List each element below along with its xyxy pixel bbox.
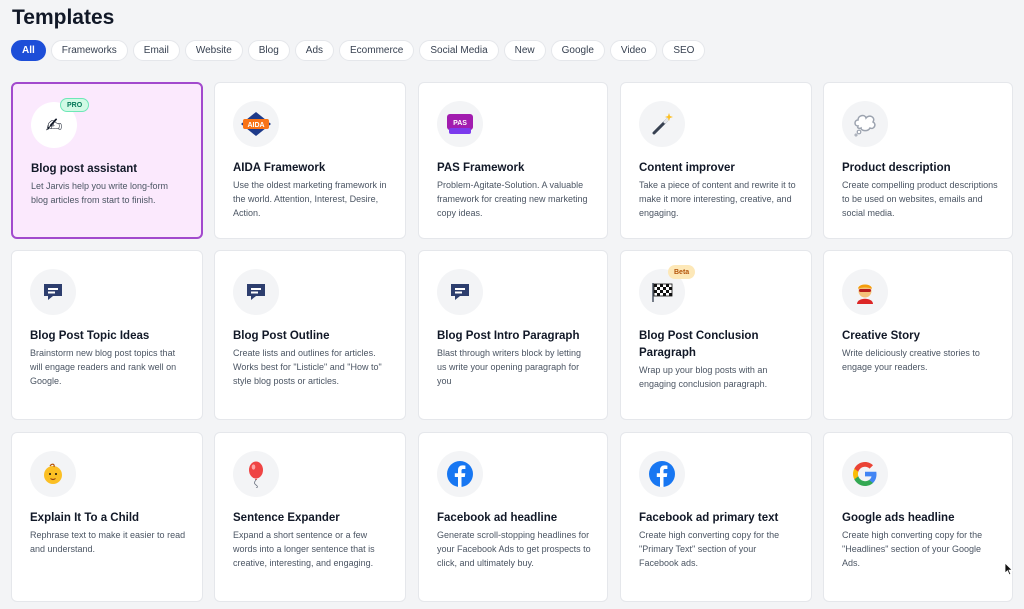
template-description: Generate scroll-stopping headlines for y… xyxy=(437,530,591,568)
template-description: Let Jarvis help you write long-form blog… xyxy=(31,181,169,205)
template-card-blog-post-conclusion-paragraph[interactable]: Beta Blog Post Conclusion Paragraph Wrap… xyxy=(620,250,812,420)
pas-icon-label: PAS xyxy=(453,120,467,127)
template-title: Blog Post Intro Paragraph xyxy=(437,330,580,342)
template-description: Brainstorm new blog post topics that wil… xyxy=(30,348,177,386)
superhero-icon xyxy=(842,269,888,315)
filter-ads[interactable]: Ads xyxy=(294,40,335,61)
template-description: Create compelling product descriptions t… xyxy=(842,180,998,218)
filter-all[interactable]: All xyxy=(11,40,46,61)
template-description: Blast through writers block by letting u… xyxy=(437,348,582,386)
page-title: Templates xyxy=(12,6,115,29)
template-card-blog-post-topic-ideas[interactable]: Blog Post Topic Ideas Brainstorm new blo… xyxy=(11,250,203,420)
aida-icon: AIDA xyxy=(233,101,279,147)
template-description: Create lists and outlines for articles. … xyxy=(233,348,382,386)
template-card-pas-framework[interactable]: PAS PAS Framework Problem-Agitate-Soluti… xyxy=(418,82,608,239)
template-card-facebook-ad-headline[interactable]: Facebook ad headline Generate scroll-sto… xyxy=(418,432,608,602)
template-card-blog-post-intro-paragraph[interactable]: Blog Post Intro Paragraph Blast through … xyxy=(418,250,608,420)
template-title: PAS Framework xyxy=(437,162,525,174)
template-grid: ✍ PRO Blog post assistant Let Jarvis hel… xyxy=(11,82,1024,609)
template-title: Creative Story xyxy=(842,330,920,342)
pro-badge: PRO xyxy=(60,98,90,112)
template-description: Wrap up your blog posts with an engaging… xyxy=(639,365,768,389)
filter-video[interactable]: Video xyxy=(609,40,658,61)
template-title: Google ads headline xyxy=(842,512,955,524)
filter-seo[interactable]: SEO xyxy=(662,40,706,61)
filter-email[interactable]: Email xyxy=(132,40,180,61)
filter-new[interactable]: New xyxy=(503,40,546,61)
template-description: Write deliciously creative stories to en… xyxy=(842,348,980,372)
template-description: Create high converting copy for the "Pri… xyxy=(639,530,780,568)
template-card-sentence-expander[interactable]: Sentence Expander Expand a short sentenc… xyxy=(214,432,406,602)
template-title: Blog Post Outline xyxy=(233,330,330,342)
beta-badge: Beta xyxy=(668,265,696,279)
facebook-icon xyxy=(437,451,483,497)
mouse-cursor-icon xyxy=(1004,562,1014,576)
template-description: Use the oldest marketing framework in th… xyxy=(233,180,387,218)
template-card-product-description[interactable]: Product description Create compelling pr… xyxy=(823,82,1013,239)
template-card-blog-post-assistant[interactable]: ✍ PRO Blog post assistant Let Jarvis hel… xyxy=(11,82,203,239)
template-description: Problem-Agitate-Solution. A valuable fra… xyxy=(437,180,588,218)
template-card-blog-post-outline[interactable]: Blog Post Outline Create lists and outli… xyxy=(214,250,406,420)
template-card-aida-framework[interactable]: AIDA AIDA Framework Use the oldest marke… xyxy=(214,82,406,239)
template-title: AIDA Framework xyxy=(233,162,326,174)
google-icon xyxy=(842,451,888,497)
template-title: Content improver xyxy=(639,162,735,174)
template-title: Sentence Expander xyxy=(233,512,340,524)
template-title: Facebook ad headline xyxy=(437,512,558,524)
baby-icon xyxy=(30,451,76,497)
facebook-icon xyxy=(639,451,685,497)
template-description: Expand a short sentence or a few words i… xyxy=(233,530,375,568)
filter-blog[interactable]: Blog xyxy=(247,40,290,61)
template-description: Take a piece of content and rewrite it t… xyxy=(639,180,796,218)
template-card-content-improver[interactable]: Content improver Take a piece of content… xyxy=(620,82,812,239)
filter-google[interactable]: Google xyxy=(550,40,605,61)
template-card-creative-story[interactable]: Creative Story Write deliciously creativ… xyxy=(823,250,1013,420)
filter-social-media[interactable]: Social Media xyxy=(419,40,499,61)
template-card-facebook-ad-primary-text[interactable]: Facebook ad primary text Create high con… xyxy=(620,432,812,602)
template-title: Blog post assistant xyxy=(31,163,138,175)
template-title: Explain It To a Child xyxy=(30,512,140,524)
pas-icon: PAS xyxy=(437,101,483,147)
chat-icon xyxy=(233,269,279,315)
filter-frameworks[interactable]: Frameworks xyxy=(50,40,128,61)
magic-wand-icon xyxy=(639,101,685,147)
template-description: Create high converting copy for the "Hea… xyxy=(842,530,983,568)
template-title: Blog Post Conclusion Paragraph xyxy=(639,330,759,359)
filter-website[interactable]: Website xyxy=(184,40,243,61)
filter-bar: All Frameworks Email Website Blog Ads Ec… xyxy=(11,40,706,61)
template-card-explain-it-to-a-child[interactable]: Explain It To a Child Rephrase text to m… xyxy=(11,432,203,602)
chat-icon xyxy=(30,269,76,315)
balloon-icon xyxy=(233,451,279,497)
thought-bubble-icon xyxy=(842,101,888,147)
chat-icon xyxy=(437,269,483,315)
template-title: Facebook ad primary text xyxy=(639,512,779,524)
template-card-google-ads-headline[interactable]: Google ads headline Create high converti… xyxy=(823,432,1013,602)
template-description: Rephrase text to make it easier to read … xyxy=(30,530,186,554)
template-title: Product description xyxy=(842,162,951,174)
aida-icon-label: AIDA xyxy=(247,122,264,129)
template-title: Blog Post Topic Ideas xyxy=(30,330,150,342)
filter-ecommerce[interactable]: Ecommerce xyxy=(339,40,415,61)
